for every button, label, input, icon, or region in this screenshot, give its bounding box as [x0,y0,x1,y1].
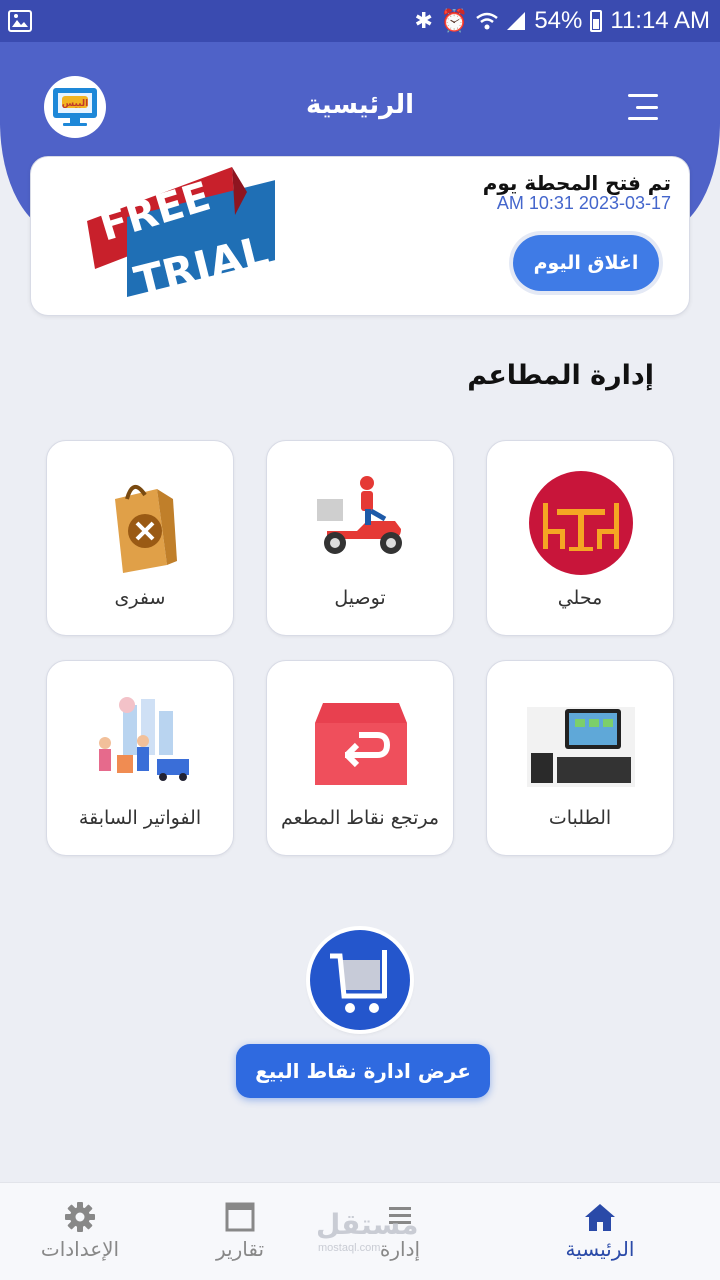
tile-label: الفواتير السابقة [78,807,202,829]
tile-label: سفرى [114,587,166,609]
pos-cart-button[interactable] [310,930,410,1030]
page-title: الرئيسية [305,90,415,120]
status-bar: ✱ ⏰ 54% 11:14 AM [0,0,720,42]
tile-label: مرتجع نقاط المطعم [280,807,440,829]
dine-in-table-icon [529,471,633,575]
free-trial-badge: FREE TRIAL [87,167,275,307]
battery-percent: 54% [534,7,583,34]
section-title: إدارة المطاعم [467,360,654,391]
tile-delivery[interactable]: توصيل [266,440,454,636]
watermark-sub: mostaql.com [318,1242,381,1254]
previous-invoices-icon [99,697,189,781]
station-status-card: FREE TRIAL تم فتح المحطة يوم AM 10:31 20… [30,156,690,316]
wifi-icon [476,12,499,30]
signal-icon [507,12,526,30]
nav-label: تقارير [215,1237,265,1261]
nav-item-reports[interactable]: تقارير [170,1201,310,1271]
bluetooth-icon: ✱ [414,8,433,33]
tile-previous-invoices[interactable]: الفواتير السابقة [46,660,234,856]
pos-terminal-icon [527,707,635,787]
tile-takeaway[interactable]: سفرى [46,440,234,636]
menu-icon-line [628,94,658,97]
delivery-scooter-icon [317,476,402,554]
report-icon [225,1202,255,1232]
alarm-icon: ⏰ [440,8,469,33]
tile-restaurant-returns[interactable]: مرتجع نقاط المطعم [266,660,454,856]
watermark: مستقل [316,1208,419,1241]
status-right: ✱ ⏰ 54% 11:14 AM [414,7,710,35]
nav-label: الإعدادات [40,1237,120,1261]
nav-item-home[interactable]: الرئيسية [530,1201,670,1271]
gear-icon [65,1202,95,1232]
return-box-icon [315,703,407,785]
tile-orders[interactable]: الطلبات [486,660,674,856]
battery-icon [590,10,603,32]
menu-icon-line [628,117,658,120]
pos-management-button[interactable]: عرض ادارة نقاط البيع [236,1044,490,1098]
close-day-button[interactable]: اغلاق اليوم [513,235,659,291]
tile-label: محلي [557,587,603,609]
station-open-message: تم فتح المحطة يوم [482,171,671,195]
menu-button[interactable] [626,94,658,120]
status-time: 11:14 AM [610,7,710,34]
tile-label: توصيل [334,587,386,609]
station-open-time: AM 10:31 2023-03-17 [496,193,671,213]
takeaway-bag-icon [115,485,177,573]
menu-icon-line [636,105,658,109]
tile-dine-in[interactable]: محلي [486,440,674,636]
status-left [8,10,32,32]
home-icon [585,1204,615,1231]
shopping-cart-icon [330,950,387,1013]
gallery-notification-icon [8,10,32,32]
nav-label: الرئيسية [565,1237,635,1261]
tile-label: الطلبات [548,807,612,829]
nav-item-settings[interactable]: الإعدادات [10,1201,150,1271]
